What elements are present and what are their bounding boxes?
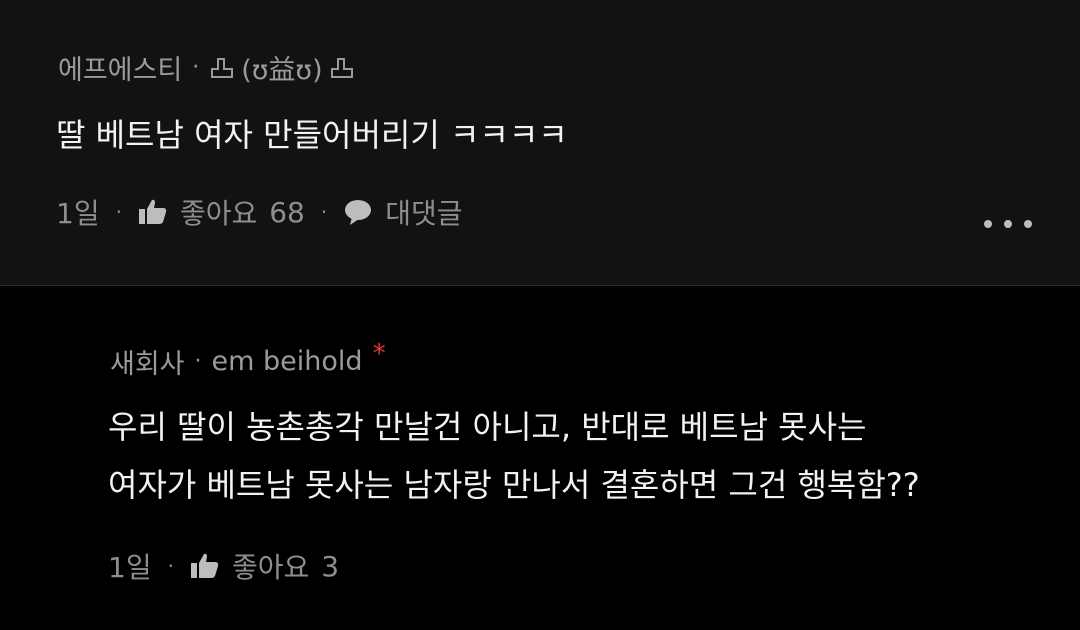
action-separator: · <box>167 554 174 578</box>
action-separator: · <box>320 200 328 224</box>
author-name[interactable]: 새회사 <box>110 342 185 381</box>
comment-actions: 1일 · 좋아요 68 · 대댓글 <box>56 192 463 232</box>
meta-separator: · <box>192 55 200 80</box>
crown-icon <box>209 56 235 80</box>
like-label[interactable]: 좋아요 <box>232 546 309 586</box>
thumbs-up-icon[interactable] <box>190 552 220 580</box>
comment-meta: 에프에스티 · (ʊ益ʊ) <box>58 48 355 87</box>
nickname: em beihold <box>211 346 363 377</box>
comment-actions: 1일 · 좋아요 3 <box>108 546 339 586</box>
like-count: 3 <box>321 549 340 583</box>
nickname: (ʊ益ʊ) <box>241 55 323 86</box>
comment-item: 에프에스티 · (ʊ益ʊ) 딸 베트남 여자 만들어버리기 ㅋㅋㅋㅋ 1일 · … <box>0 0 1080 285</box>
reply-item: 새회사 · em beihold * 우리 딸이 농촌총각 만날건 아니고, 반… <box>0 286 1080 630</box>
author-name[interactable]: 에프에스티 <box>58 48 182 87</box>
action-separator: · <box>115 200 122 224</box>
like-count: 68 <box>269 195 305 229</box>
comment-time: 1일 <box>56 197 100 230</box>
chat-bubble-icon[interactable] <box>343 198 373 226</box>
comment-text-line: 우리 딸이 농촌총각 만날건 아니고, 반대로 베트남 못사는 <box>108 408 867 446</box>
comment-text-line: 여자가 베트남 못사는 남자랑 만나서 결혼하면 그건 행복함?? <box>108 466 920 504</box>
comment-text: 우리 딸이 농촌총각 만날건 아니고, 반대로 베트남 못사는 여자가 베트남 … <box>108 398 920 514</box>
thumbs-up-icon[interactable] <box>138 198 168 226</box>
more-options-icon[interactable] <box>984 214 1032 234</box>
comment-time: 1일 <box>108 551 152 584</box>
author-marker: * <box>372 338 386 369</box>
comment-meta: 새회사 · em beihold * <box>110 338 386 381</box>
like-label[interactable]: 좋아요 <box>180 192 257 232</box>
comment-text: 딸 베트남 여자 만들어버리기 ㅋㅋㅋㅋ <box>56 106 568 164</box>
comment-text-line: 딸 베트남 여자 만들어버리기 ㅋㅋㅋㅋ <box>56 116 568 154</box>
reply-button[interactable]: 대댓글 <box>385 192 462 232</box>
meta-separator: · <box>194 349 202 374</box>
crown-icon <box>329 56 355 80</box>
